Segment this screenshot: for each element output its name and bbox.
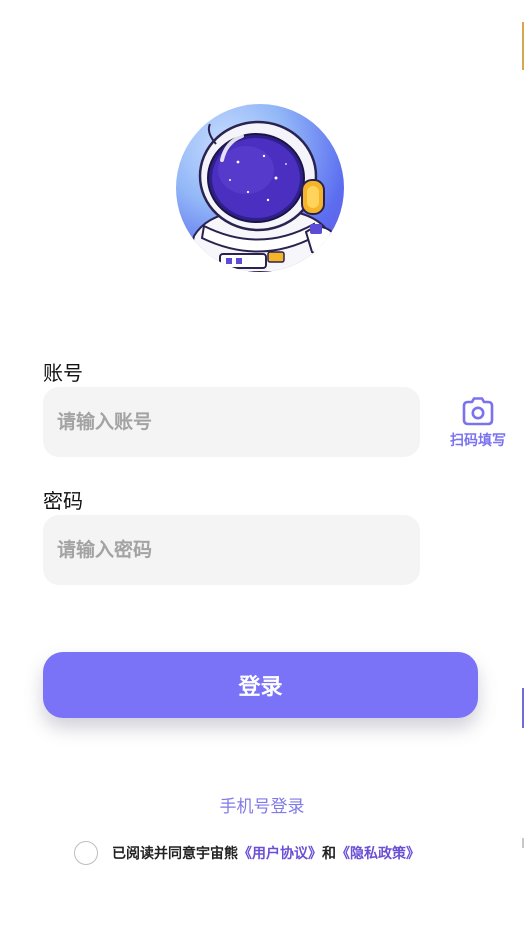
agreement-checkbox[interactable] (74, 841, 98, 865)
account-input[interactable] (43, 387, 420, 457)
account-label: 账号 (43, 361, 83, 385)
agreement-prefix: 已阅读并同意宇宙熊 (112, 846, 238, 862)
privacy-policy-link[interactable]: 《隐私政策》 (336, 843, 420, 863)
agreement-connector: 和 (322, 846, 336, 862)
login-button[interactable]: 登录 (43, 652, 478, 718)
scan-fill-label: 扫码填写 (450, 433, 506, 449)
scan-fill-button[interactable]: 扫码填写 (444, 394, 512, 450)
user-agreement-link[interactable]: 《用户协议》 (238, 843, 322, 863)
agreement-row: 已阅读并同意宇宙熊 《用户协议》 和 《隐私政策》 (74, 840, 420, 866)
password-label: 密码 (43, 489, 83, 513)
astronaut-illustration (184, 120, 340, 272)
astronaut-avatar (176, 104, 344, 272)
camera-icon (444, 394, 512, 428)
phone-login-link[interactable]: 手机号登录 (0, 792, 524, 817)
password-input[interactable] (43, 515, 420, 585)
